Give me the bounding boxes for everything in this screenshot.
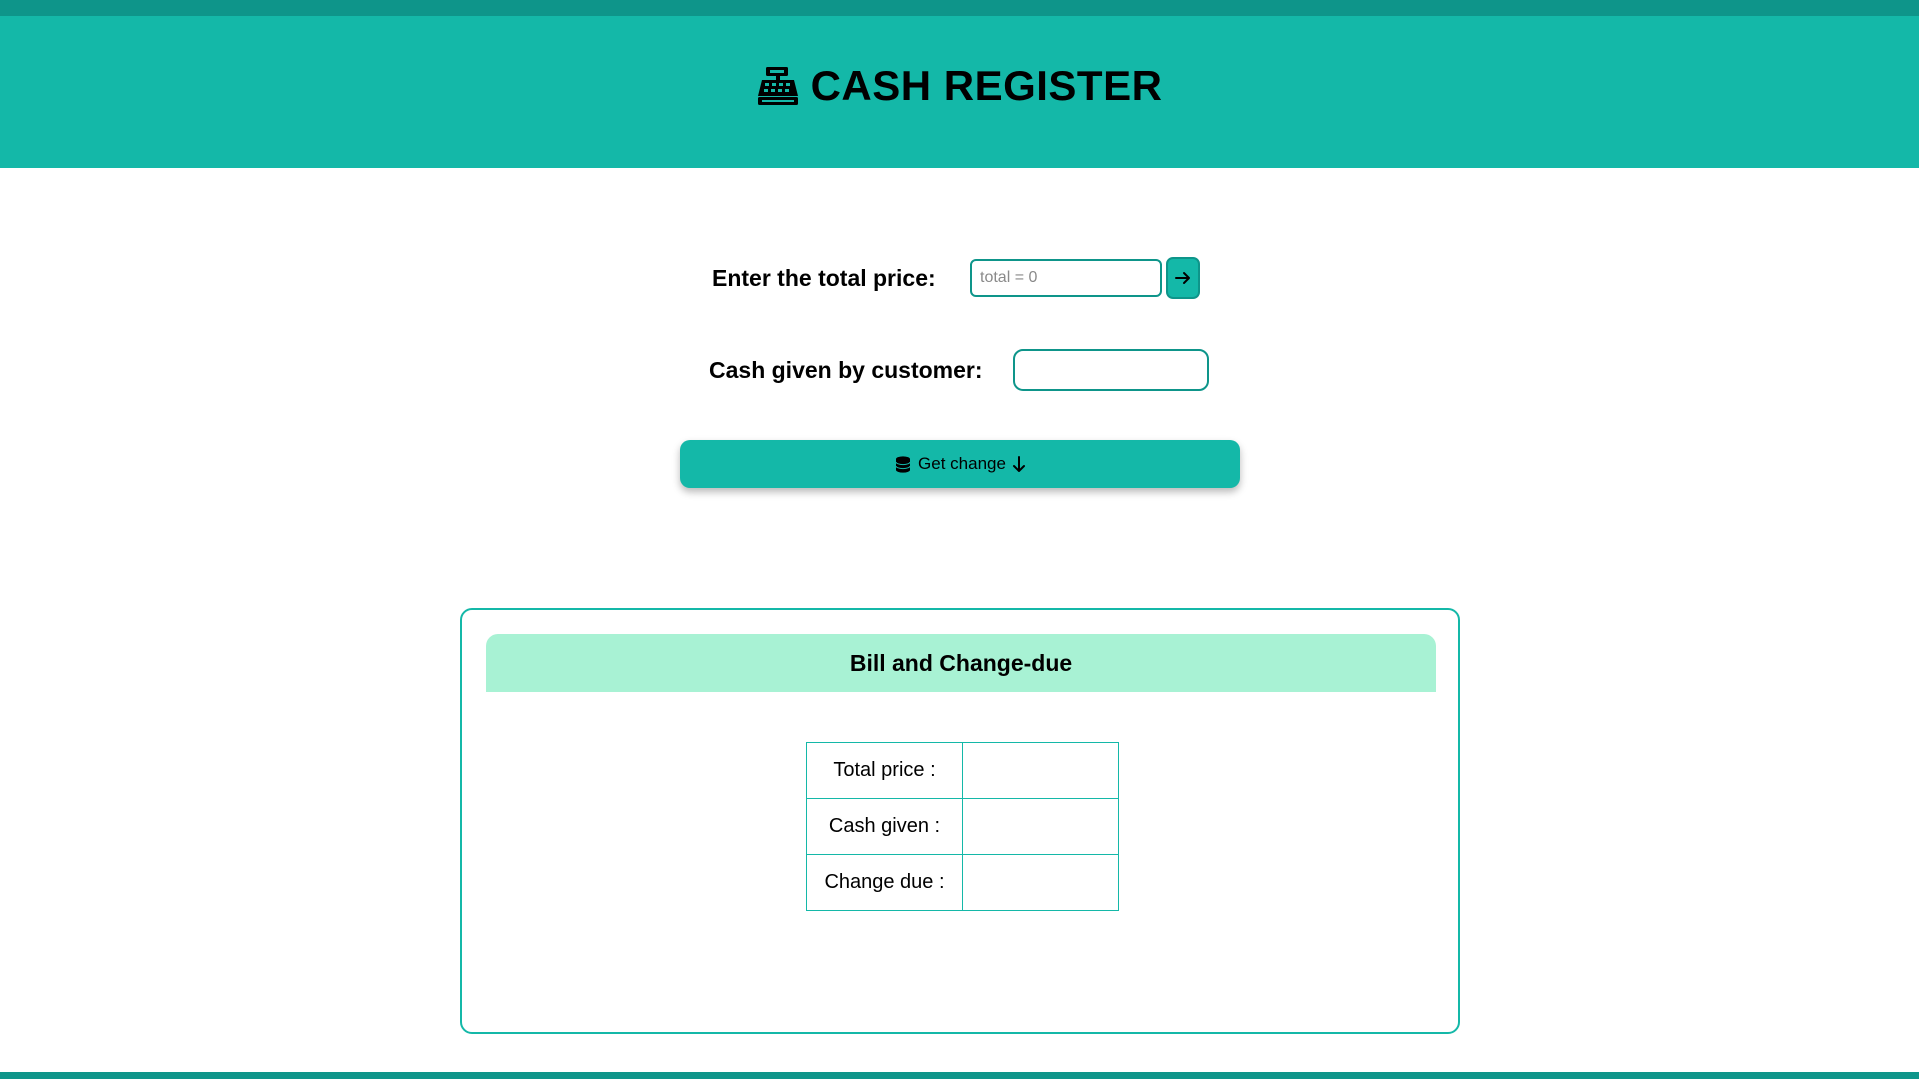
total-price-cell-label: Total price : — [806, 742, 963, 799]
cash-given-label: Cash given by customer: — [709, 356, 983, 383]
total-price-label: Enter the total price: — [712, 264, 936, 291]
total-price-input[interactable] — [970, 259, 1162, 297]
bottom-accent-bar — [0, 1072, 1919, 1079]
get-change-button[interactable]: Get change — [680, 440, 1240, 488]
app-title: CASH REGISTER — [810, 62, 1163, 109]
bill-table: Total price : Cash given : Change due : — [806, 742, 1119, 911]
arrow-right-icon — [1175, 272, 1190, 284]
app-header: CASH REGISTER — [0, 16, 1919, 168]
submit-price-button[interactable] — [1166, 257, 1200, 299]
table-row: Total price : — [806, 742, 1119, 799]
change-due-cell-value — [962, 854, 1119, 911]
total-price-row: Enter the total price: — [712, 256, 1200, 300]
table-row: Cash given : — [806, 798, 1119, 855]
cash-given-cell-label: Cash given : — [806, 798, 963, 855]
total-price-cell-value — [962, 742, 1119, 799]
cash-register-icon — [757, 67, 798, 105]
cash-given-cell-value — [962, 798, 1119, 855]
top-accent-bar — [0, 0, 1919, 16]
bill-header: Bill and Change-due — [486, 634, 1436, 692]
cash-given-row: Cash given by customer: — [709, 348, 1209, 392]
bill-title: Bill and Change-due — [849, 649, 1073, 676]
bill-card: Bill and Change-due Total price : Cash g… — [460, 608, 1460, 1034]
cash-given-input[interactable] — [1013, 349, 1209, 391]
change-due-cell-label: Change due : — [806, 854, 963, 911]
coins-icon — [895, 456, 911, 473]
get-change-label: Get change — [918, 454, 1006, 473]
table-row: Change due : — [806, 854, 1119, 911]
header-title-group: CASH REGISTER — [757, 62, 1163, 110]
arrow-down-icon — [1012, 455, 1025, 472]
